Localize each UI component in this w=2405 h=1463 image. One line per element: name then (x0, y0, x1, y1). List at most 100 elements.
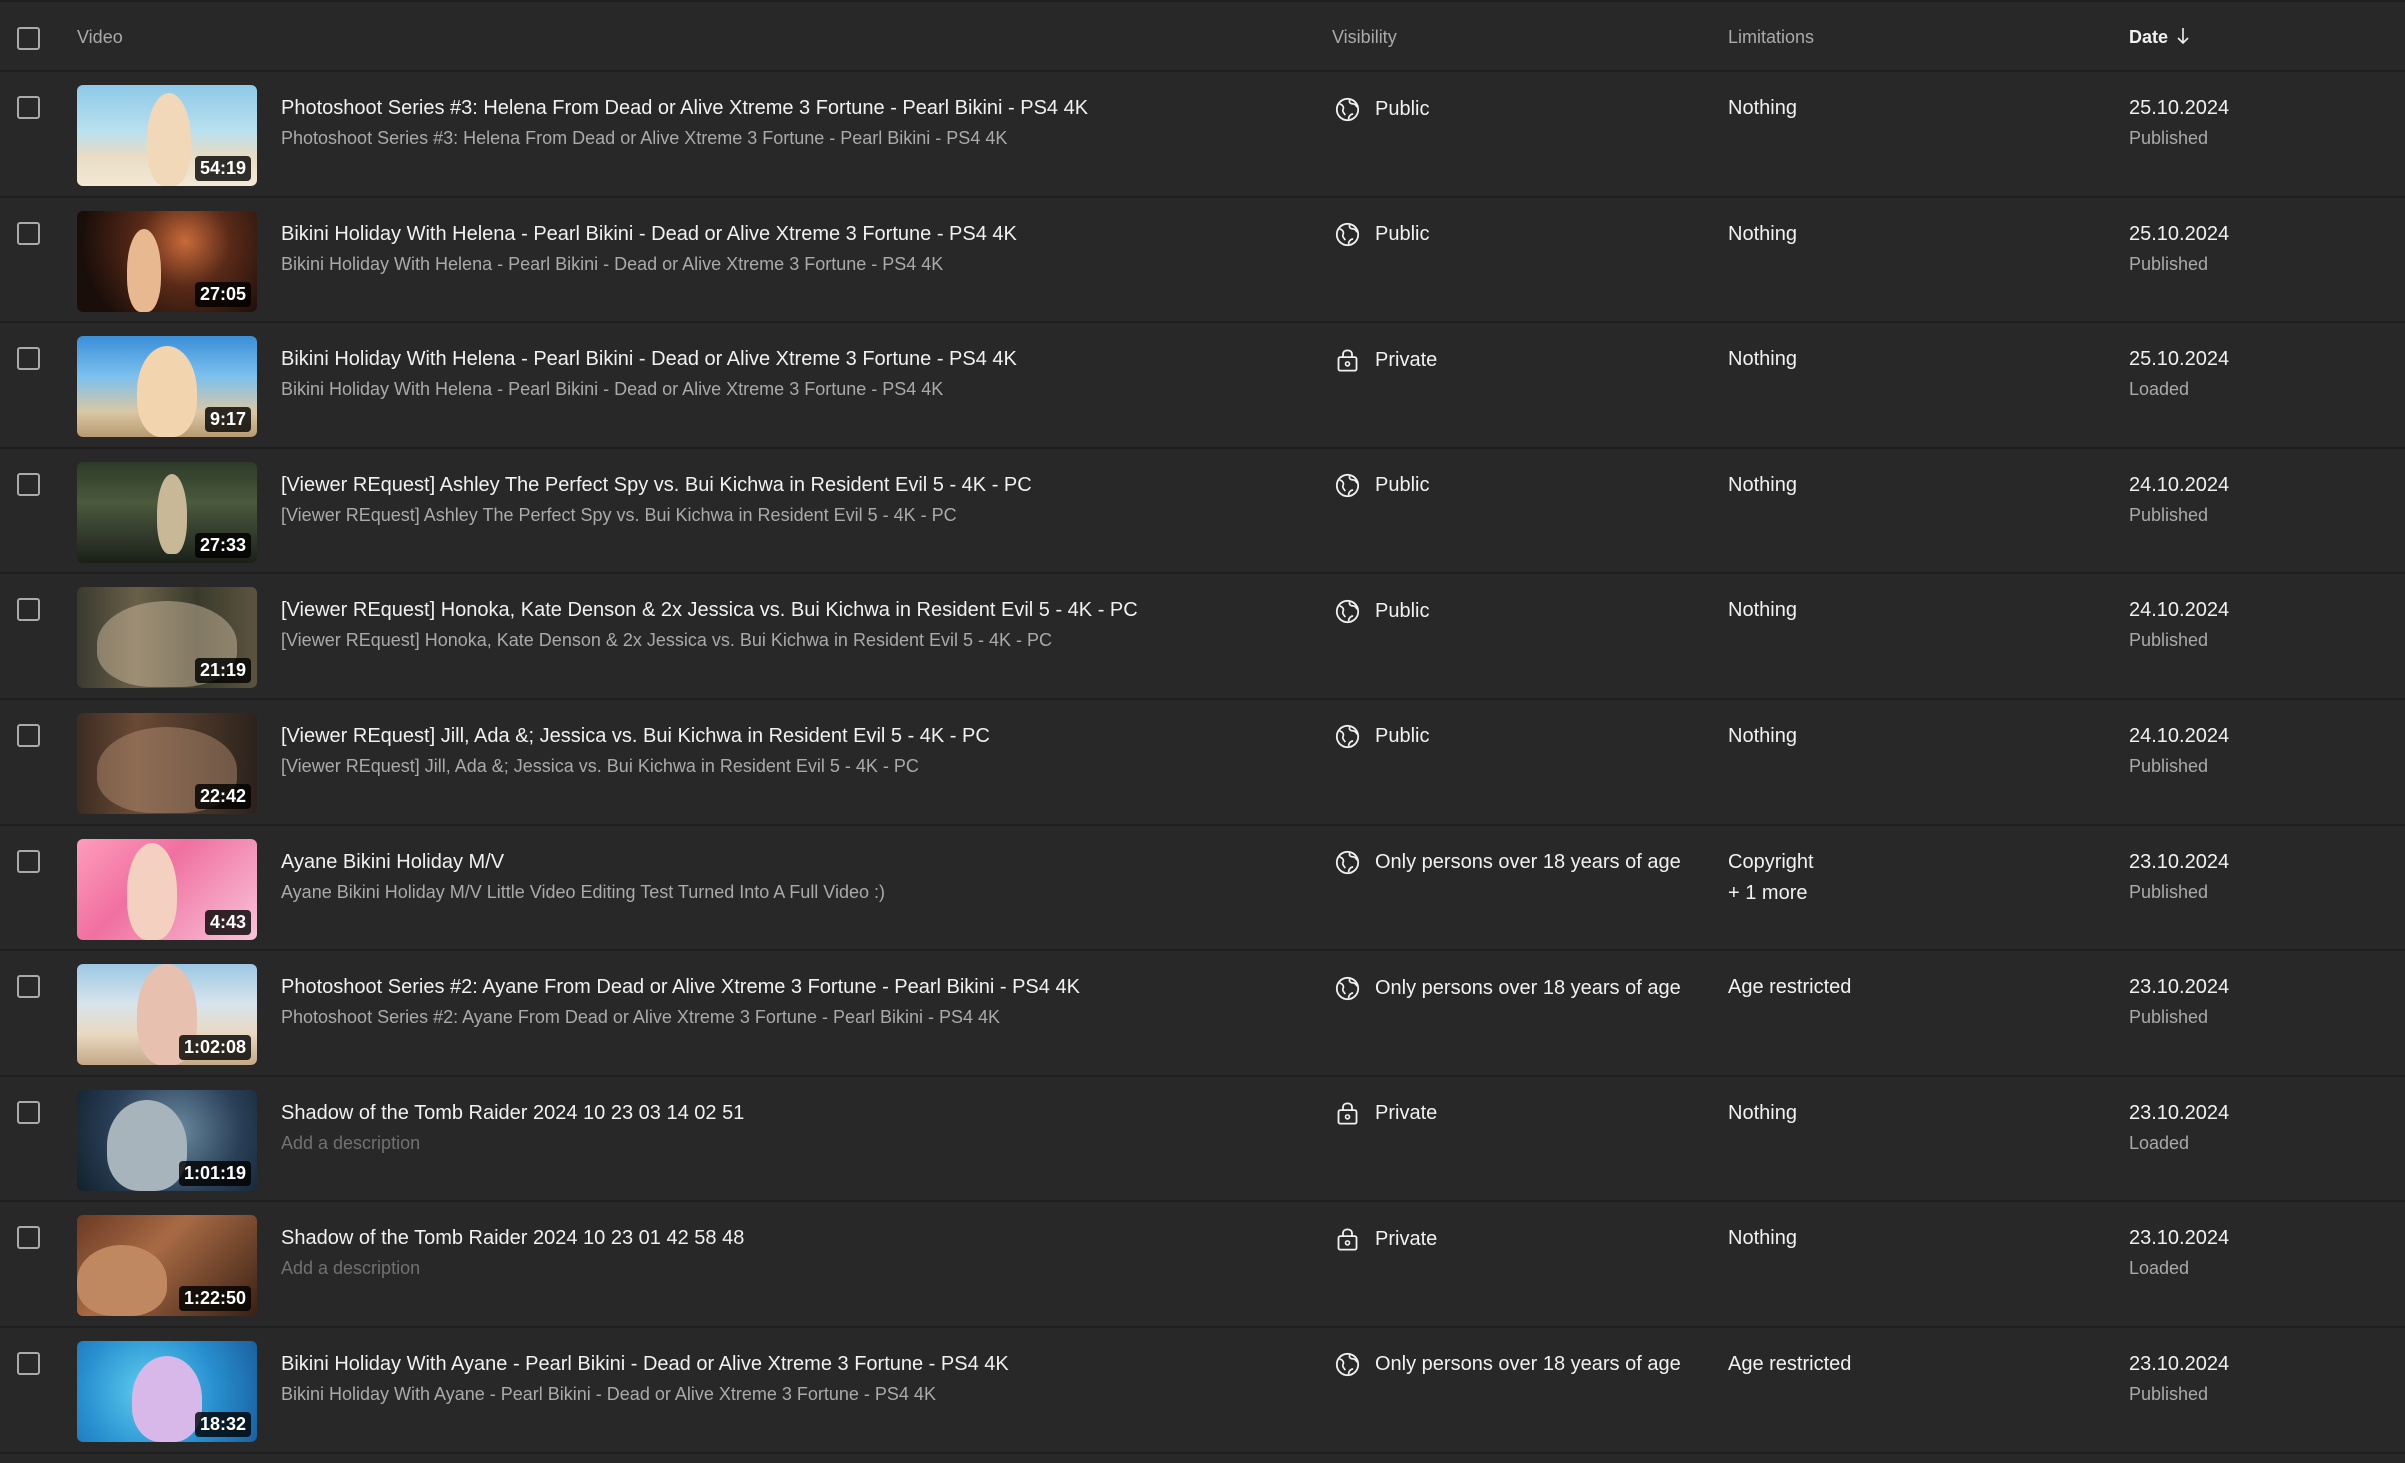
table-row[interactable]: 1:02:08 Photoshoot Series #2: Ayane From… (0, 951, 2405, 1077)
row-checkbox[interactable] (17, 1226, 40, 1250)
video-description[interactable]: Photoshoot Series #2: Ayane From Dead or… (281, 1007, 1000, 1028)
column-header-video[interactable]: Video (77, 2, 123, 72)
video-title[interactable]: [Viewer REquest] Ashley The Perfect Spy … (281, 474, 1032, 497)
video-duration: 54:19 (194, 156, 251, 181)
visibility-cell[interactable]: Only persons over 18 years of age (1334, 848, 1681, 878)
visibility-cell[interactable]: Only persons over 18 years of age (1334, 1350, 1681, 1380)
globe-icon (1335, 474, 1360, 498)
video-thumbnail[interactable]: 1:02:08 (77, 964, 257, 1066)
video-thumbnail[interactable]: 18:32 (77, 1340, 257, 1442)
video-description[interactable]: Bikini Holiday With Ayane - Pearl Bikini… (281, 1384, 936, 1405)
row-checkbox[interactable] (17, 849, 40, 873)
video-description[interactable]: Add a description (281, 1258, 420, 1279)
video-title[interactable]: Photoshoot Series #2: Ayane From Dead or… (281, 976, 1080, 999)
video-date: 23.10.2024 (2129, 1227, 2230, 1250)
video-thumbnail[interactable]: 4:43 (77, 838, 257, 940)
video-thumbnail[interactable]: 9:17 (77, 336, 257, 438)
table-row[interactable]: 1:01:19 Shadow of the Tomb Raider 2024 1… (0, 1077, 2405, 1203)
video-title[interactable]: [Viewer REquest] Jill, Ada &; Jessica vs… (281, 725, 990, 748)
video-status: Published (2129, 1007, 2209, 1028)
table-row[interactable]: 4:43 Ayane Bikini Holiday M/V Ayane Biki… (0, 826, 2405, 952)
table-row[interactable]: 27:33 [Viewer REquest] Ashley The Perfec… (0, 449, 2405, 575)
video-description[interactable]: Photoshoot Series #3: Helena From Dead o… (281, 128, 1007, 149)
video-title[interactable]: Bikini Holiday With Helena - Pearl Bikin… (281, 223, 1017, 246)
video-title[interactable]: Photoshoot Series #3: Helena From Dead o… (281, 97, 1088, 120)
video-date: 25.10.2024 (2129, 348, 2230, 371)
visibility-label: Private (1375, 1227, 1438, 1250)
video-thumbnail[interactable]: 54:19 (77, 85, 257, 186)
table-header: Video Visibility Limitations Date (0, 0, 2405, 72)
visibility-label: Private (1375, 1102, 1438, 1125)
limitation-more[interactable]: + 1 more (1728, 882, 1807, 905)
row-checkbox[interactable] (17, 96, 40, 119)
video-status: Published (2129, 253, 2209, 274)
video-thumbnail[interactable]: 27:05 (77, 210, 257, 312)
thumbnail-figure (107, 1099, 187, 1191)
table-row[interactable]: 1:22:50 Shadow of the Tomb Raider 2024 1… (0, 1202, 2405, 1328)
video-description[interactable]: Add a description (281, 1133, 420, 1154)
video-duration: 18:32 (194, 1411, 251, 1437)
row-checkbox[interactable] (17, 472, 40, 496)
row-checkbox[interactable] (17, 975, 40, 999)
visibility-cell[interactable]: Private (1334, 1224, 1437, 1254)
table-row[interactable]: 21:19 [Viewer REquest] Honoka, Kate Dens… (0, 574, 2405, 700)
table-row[interactable]: 27:05 Bikini Holiday With Helena - Pearl… (0, 198, 2405, 324)
select-all-checkbox[interactable] (17, 27, 40, 50)
visibility-cell[interactable]: Only persons over 18 years of age (1334, 973, 1681, 1003)
visibility-cell[interactable]: Public (1334, 722, 1429, 752)
video-date: 23.10.2024 (2129, 1352, 2230, 1375)
video-date: 25.10.2024 (2129, 97, 2230, 119)
video-duration: 27:05 (194, 281, 251, 307)
globe-icon (1335, 97, 1360, 121)
video-title[interactable]: Shadow of the Tomb Raider 2024 10 23 03 … (281, 1102, 744, 1125)
row-checkbox[interactable] (17, 723, 40, 747)
column-header-limitations[interactable]: Limitations (1728, 2, 1814, 72)
video-title[interactable]: [Viewer REquest] Honoka, Kate Denson & 2… (281, 599, 1138, 622)
column-header-date[interactable]: Date (2129, 2, 2190, 72)
video-status: Published (2129, 128, 2209, 148)
video-duration: 27:33 (194, 532, 251, 558)
video-thumbnail[interactable]: 1:22:50 (77, 1215, 257, 1317)
video-title[interactable]: Bikini Holiday With Ayane - Pearl Bikini… (281, 1353, 1009, 1376)
visibility-cell[interactable]: Private (1334, 345, 1437, 375)
row-checkbox[interactable] (17, 347, 40, 371)
video-description[interactable]: Ayane Bikini Holiday M/V Little Video Ed… (281, 882, 885, 903)
video-title[interactable]: Ayane Bikini Holiday M/V (281, 851, 504, 874)
video-thumbnail[interactable]: 21:19 (77, 587, 257, 689)
video-description[interactable]: Bikini Holiday With Helena - Pearl Bikin… (281, 379, 943, 400)
thumbnail-figure (137, 346, 197, 438)
visibility-cell[interactable]: Public (1334, 94, 1429, 124)
table-row[interactable]: 22:42 [Viewer REquest] Jill, Ada &; Jess… (0, 700, 2405, 826)
visibility-cell[interactable]: Public (1334, 220, 1429, 250)
row-checkbox[interactable] (17, 221, 40, 245)
table-row[interactable]: 54:19 Photoshoot Series #3: Helena From … (0, 72, 2405, 198)
video-duration: 1:22:50 (178, 1286, 251, 1312)
video-thumbnail[interactable]: 1:01:19 (77, 1089, 257, 1191)
visibility-cell[interactable]: Public (1334, 596, 1429, 626)
video-title[interactable]: Bikini Holiday With Helena - Pearl Bikin… (281, 348, 1017, 371)
visibility-label: Public (1375, 725, 1430, 748)
thumbnail-figure (157, 473, 187, 554)
row-checkbox[interactable] (17, 1100, 40, 1124)
column-header-date-label: Date (2129, 27, 2169, 47)
visibility-cell[interactable]: Public (1334, 471, 1429, 501)
visibility-label: Public (1375, 599, 1430, 622)
table-row[interactable]: 18:32 Bikini Holiday With Ayane - Pearl … (0, 1328, 2405, 1454)
video-description[interactable]: Bikini Holiday With Helena - Pearl Bikin… (281, 254, 943, 275)
lock-icon (1337, 349, 1358, 372)
visibility-label: Public (1375, 97, 1430, 120)
column-header-visibility[interactable]: Visibility (1332, 2, 1397, 72)
video-description[interactable]: [Viewer REquest] Jill, Ada &; Jessica vs… (281, 756, 919, 777)
video-date: 23.10.2024 (2129, 850, 2230, 873)
lock-icon (1337, 1102, 1358, 1125)
video-title[interactable]: Shadow of the Tomb Raider 2024 10 23 01 … (281, 1227, 744, 1250)
table-row[interactable]: 9:17 Bikini Holiday With Helena - Pearl … (0, 323, 2405, 449)
row-checkbox[interactable] (17, 1351, 40, 1375)
visibility-label: Only persons over 18 years of age (1375, 976, 1681, 999)
visibility-cell[interactable]: Private (1334, 1099, 1437, 1129)
video-thumbnail[interactable]: 22:42 (77, 712, 257, 814)
video-description[interactable]: [Viewer REquest] Honoka, Kate Denson & 2… (281, 630, 1052, 651)
video-thumbnail[interactable]: 27:33 (77, 461, 257, 563)
row-checkbox[interactable] (17, 598, 40, 622)
video-description[interactable]: [Viewer REquest] Ashley The Perfect Spy … (281, 505, 957, 526)
